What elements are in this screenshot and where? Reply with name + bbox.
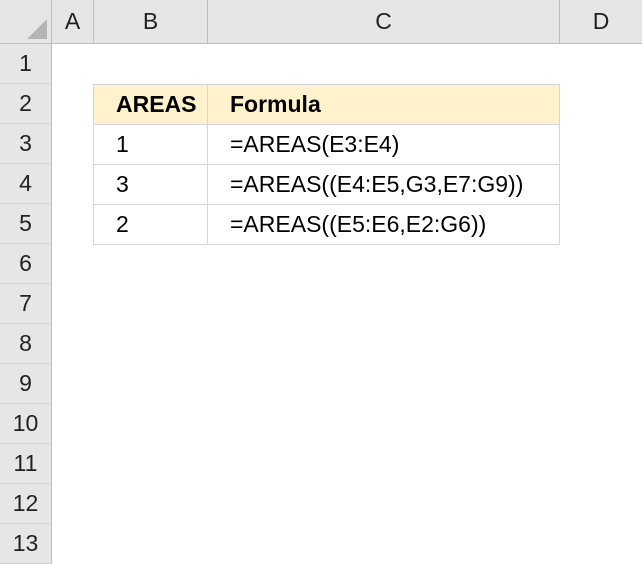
row-header-9[interactable]: 9 [0, 364, 52, 404]
table-row-divider [93, 204, 560, 205]
row-header-11[interactable]: 11 [0, 444, 52, 484]
column-header-d[interactable]: D [560, 0, 642, 44]
cell-c3[interactable]: =AREAS(E3:E4) [208, 124, 560, 164]
cell-b5[interactable]: 2 [94, 204, 208, 244]
select-all-button[interactable] [0, 0, 52, 44]
cell-c5[interactable]: =AREAS((E5:E6,E2:G6)) [208, 204, 560, 244]
row-header-12[interactable]: 12 [0, 484, 52, 524]
table-column-divider [207, 84, 208, 245]
row-header-1[interactable]: 1 [0, 44, 52, 84]
row-header-4[interactable]: 4 [0, 164, 52, 204]
cell-b3[interactable]: 1 [94, 124, 208, 164]
row-header-8[interactable]: 8 [0, 324, 52, 364]
cell-b2-areas-header[interactable]: AREAS [94, 84, 208, 124]
spreadsheet: A B C D 1 2 3 4 5 6 7 8 9 10 11 12 13 AR… [0, 0, 642, 564]
row-header-10[interactable]: 10 [0, 404, 52, 444]
table-row-divider [93, 164, 560, 165]
column-header-a[interactable]: A [52, 0, 94, 44]
row-header-3[interactable]: 3 [0, 124, 52, 164]
row-header-6[interactable]: 6 [0, 244, 52, 284]
row-header-2[interactable]: 2 [0, 84, 52, 124]
row-header-5[interactable]: 5 [0, 204, 52, 244]
table-row-divider [93, 124, 560, 125]
column-header-b[interactable]: B [94, 0, 208, 44]
column-header-c[interactable]: C [208, 0, 560, 44]
select-all-triangle-icon [27, 19, 47, 39]
cell-c2-formula-header[interactable]: Formula [208, 84, 560, 124]
row-header-13[interactable]: 13 [0, 524, 52, 564]
cell-c4[interactable]: =AREAS((E4:E5,G3,E7:G9)) [208, 164, 560, 204]
cell-b4[interactable]: 3 [94, 164, 208, 204]
row-header-7[interactable]: 7 [0, 284, 52, 324]
